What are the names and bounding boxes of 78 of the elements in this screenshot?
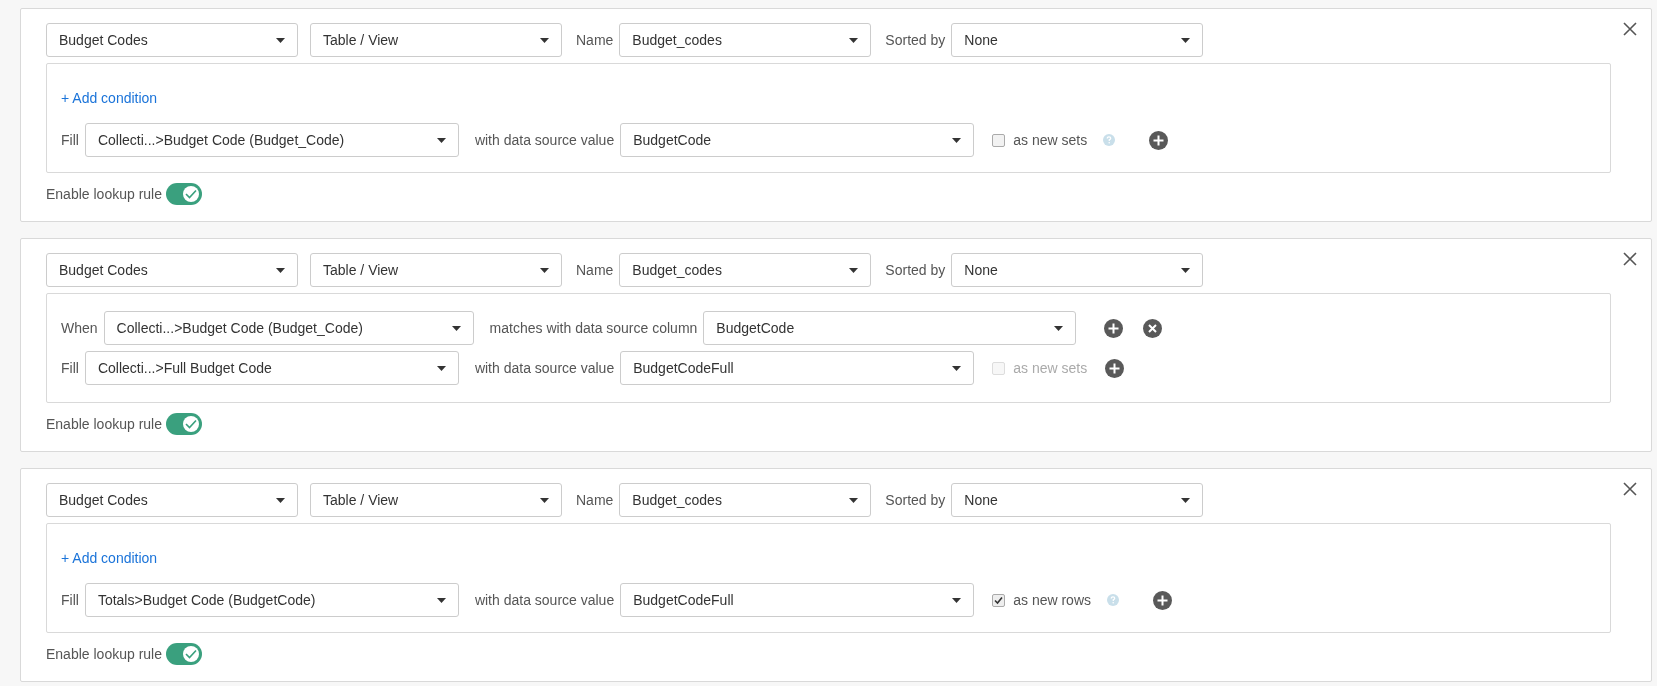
remove-icon[interactable] (1143, 318, 1163, 338)
name-dropdown[interactable]: Budget_codes (619, 253, 872, 287)
toggle-label: Enable lookup rule (46, 186, 162, 202)
toggle-label: Enable lookup rule (46, 416, 162, 432)
fill-dropdown[interactable]: Collecti...>Budget Code (Budget_Code) (84, 123, 459, 157)
name-dropdown[interactable]: Budget_codes (619, 23, 872, 57)
close-icon[interactable] (1623, 22, 1637, 36)
caret-icon (276, 37, 285, 43)
column-dropdown[interactable]: BudgetCode (703, 311, 1077, 345)
value-dropdown[interactable]: BudgetCode (620, 123, 975, 157)
caret-icon (540, 267, 549, 273)
caret-icon (849, 267, 859, 273)
field-label: Fill (61, 360, 79, 376)
toggle-switch[interactable] (166, 413, 202, 435)
checkbox-label: as new sets (1013, 360, 1088, 376)
sort-dropdown[interactable]: None (951, 253, 1204, 287)
toggle-label: Enable lookup rule (46, 646, 162, 662)
caret-icon (1181, 497, 1191, 503)
caret-icon (436, 137, 446, 143)
source-dropdown[interactable]: Budget Codes (46, 253, 298, 287)
caret-icon (451, 325, 461, 331)
type-dropdown[interactable]: Table / View (310, 483, 562, 517)
add-icon[interactable] (1104, 318, 1124, 338)
checkbox-label: as new rows (1013, 592, 1091, 608)
caret-icon (952, 597, 962, 603)
source-dropdown[interactable]: Budget Codes (46, 23, 298, 57)
field-label: with data source value (474, 132, 615, 148)
toggle-switch[interactable] (166, 183, 202, 205)
add-icon[interactable] (1153, 590, 1172, 610)
fill-dropdown[interactable]: Totals>Budget Code (BudgetCode) (84, 583, 459, 617)
caret-icon (849, 497, 859, 503)
caret-icon (540, 37, 549, 43)
field-label: Fill (61, 132, 79, 148)
caret-icon (276, 267, 285, 273)
field-label: Sorted by (885, 492, 946, 508)
field-label: Name (576, 492, 614, 508)
value-dropdown[interactable]: BudgetCodeFull (620, 351, 975, 385)
toggle-switch[interactable] (166, 643, 202, 665)
field-label: Sorted by (885, 32, 946, 48)
field-label: with data source value (474, 360, 615, 376)
field-label: Fill (61, 592, 79, 608)
caret-icon (849, 37, 859, 43)
field-label: with data source value (474, 592, 615, 608)
field-label: matches with data source column (489, 320, 698, 336)
add-condition-link[interactable]: + Add condition (61, 90, 158, 106)
checkbox-label: as new sets (1013, 132, 1088, 148)
caret-icon (1054, 325, 1064, 331)
field-label: When (61, 320, 98, 336)
add-condition-link[interactable]: + Add condition (61, 550, 158, 566)
value-dropdown[interactable]: BudgetCodeFull (620, 583, 975, 617)
add-icon[interactable] (1105, 358, 1125, 378)
close-icon[interactable] (1623, 482, 1637, 496)
add-icon[interactable] (1149, 130, 1169, 150)
caret-icon (540, 497, 549, 503)
caret-icon (276, 497, 285, 503)
condition-dropdown[interactable]: Collecti...>Budget Code (Budget_Code) (103, 311, 474, 345)
name-dropdown[interactable]: Budget_codes (619, 483, 872, 517)
caret-icon (952, 365, 962, 371)
field-label: Sorted by (885, 262, 946, 278)
field-label: Name (576, 262, 614, 278)
check-icon (185, 419, 197, 429)
caret-icon (1181, 267, 1191, 273)
field-label: Name (576, 32, 614, 48)
close-icon[interactable] (1623, 252, 1637, 266)
check-icon (185, 189, 197, 199)
check-icon (185, 649, 197, 659)
source-dropdown[interactable]: Budget Codes (46, 483, 298, 517)
checkbox[interactable] (992, 133, 1006, 147)
type-dropdown[interactable]: Table / View (310, 253, 562, 287)
caret-icon (436, 597, 446, 603)
fill-dropdown[interactable]: Collecti...>Full Budget Code (84, 351, 459, 385)
sort-dropdown[interactable]: None (951, 23, 1204, 57)
sort-dropdown[interactable]: None (951, 483, 1204, 517)
caret-icon (436, 365, 446, 371)
caret-icon (1181, 37, 1191, 43)
caret-icon (952, 137, 962, 143)
checkbox[interactable] (992, 593, 1006, 607)
type-dropdown[interactable]: Table / View (310, 23, 562, 57)
